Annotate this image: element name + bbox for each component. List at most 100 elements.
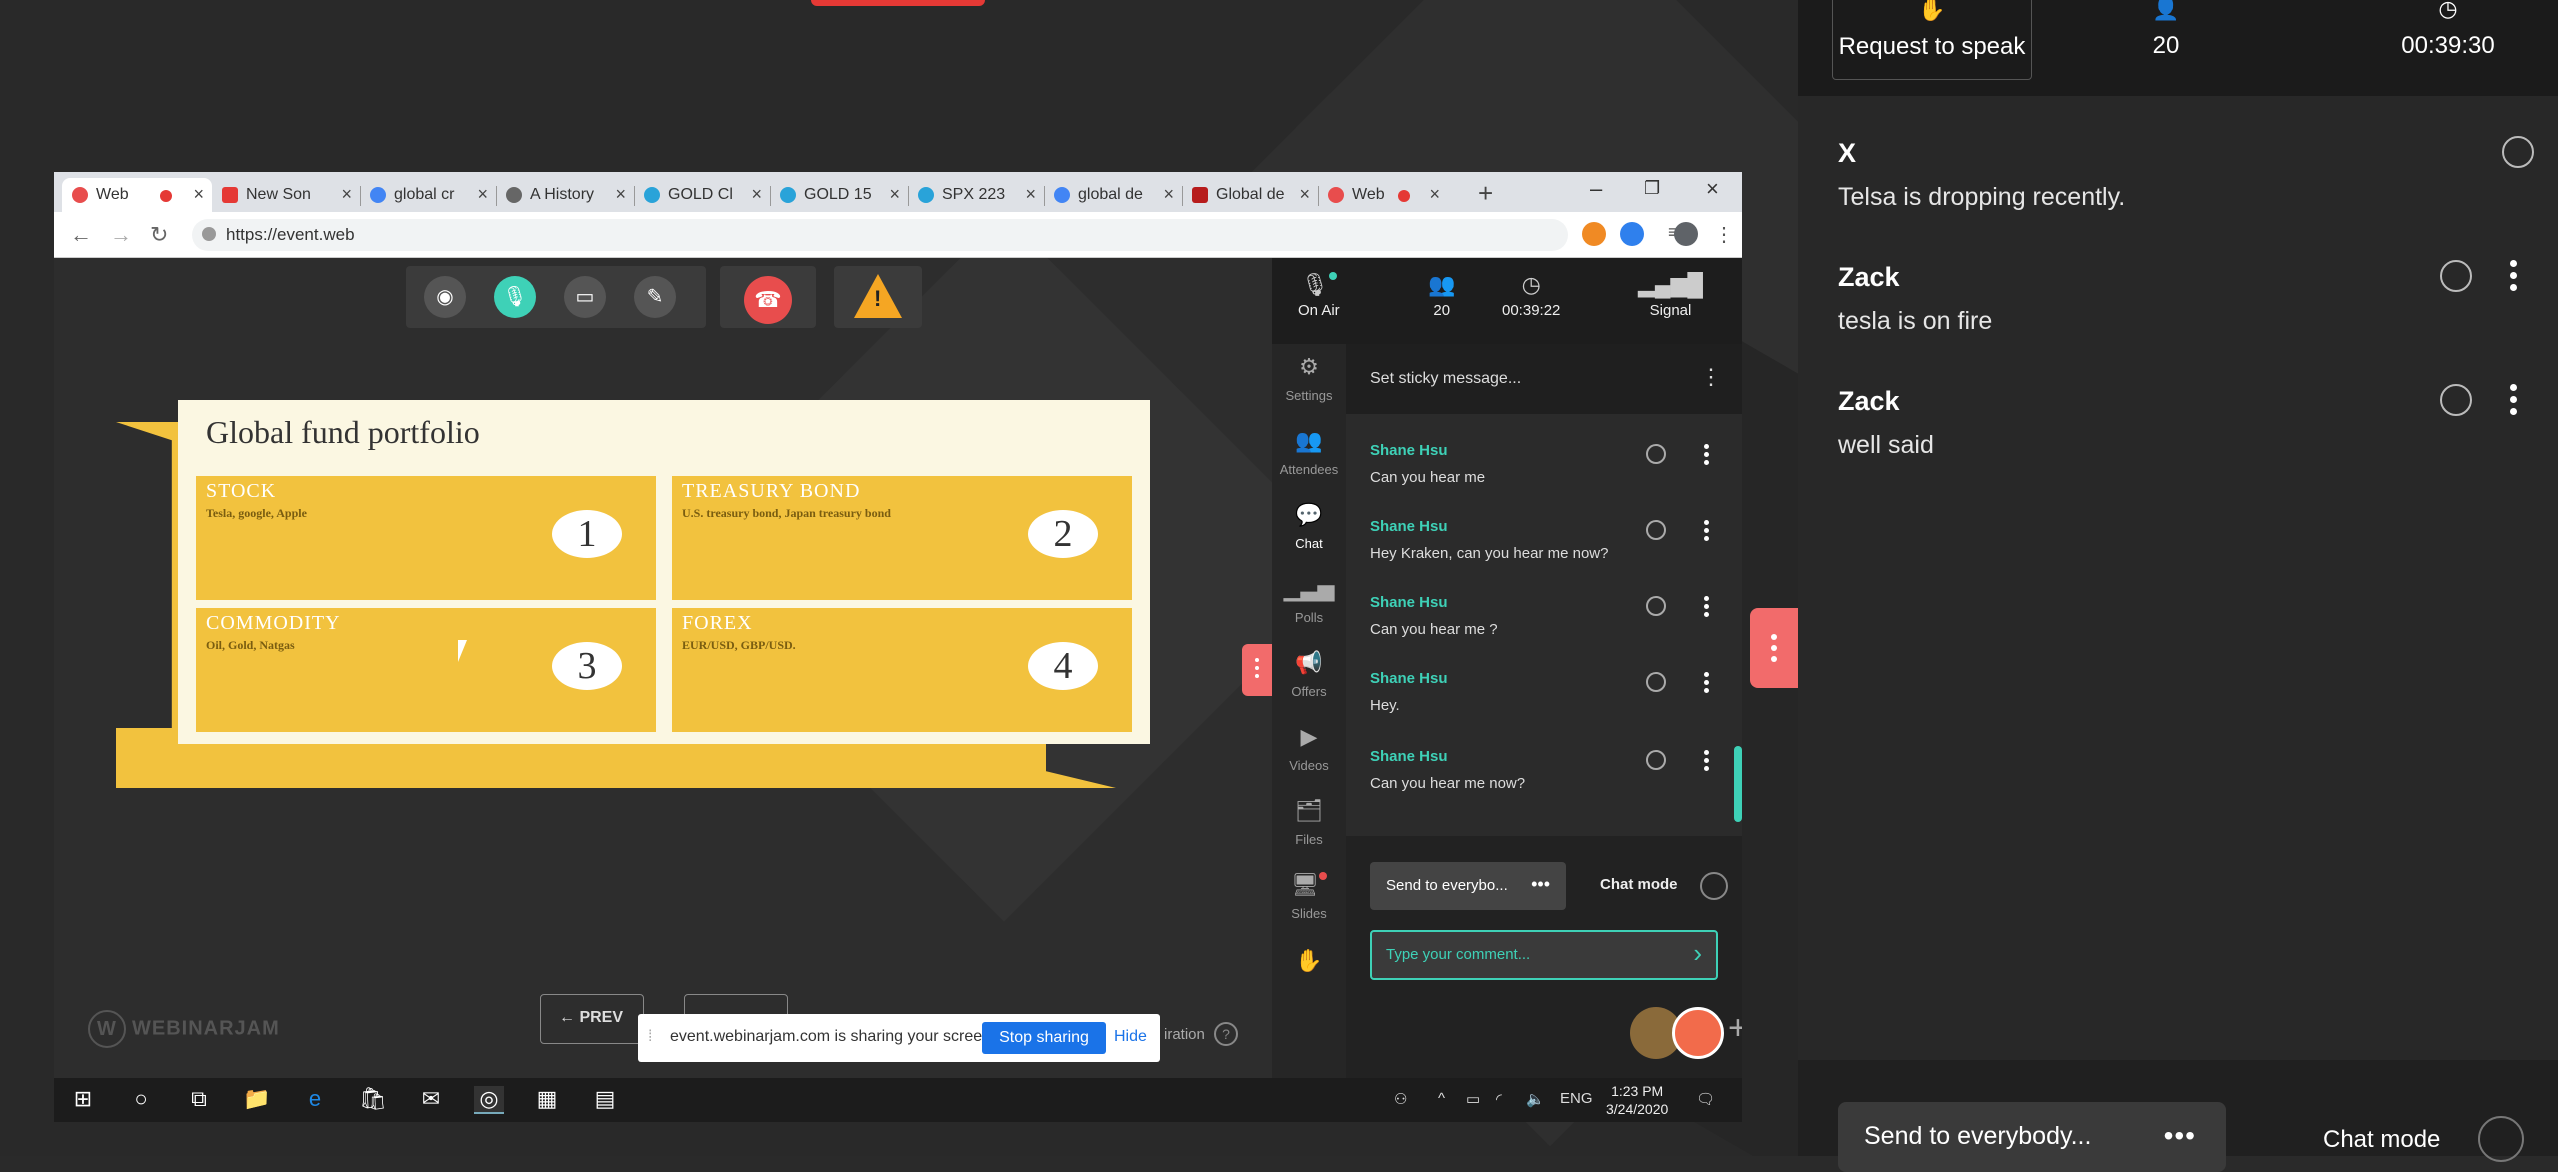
message-select-radio[interactable]	[1646, 520, 1666, 540]
app-icon[interactable]: ▦	[532, 1086, 562, 1114]
browser-tab[interactable]: GOLD Cl ×	[634, 178, 771, 212]
url-field[interactable]: https://event.web	[192, 219, 1568, 251]
nav-settings[interactable]: ⚙ Settings	[1272, 354, 1346, 403]
close-tab-icon[interactable]: ×	[1429, 184, 1440, 205]
close-tab-icon[interactable]: ×	[889, 184, 900, 205]
hide-link[interactable]: Hide	[1114, 1028, 1147, 1046]
browser-menu-icon[interactable]: ⋮	[1714, 222, 1738, 246]
sticky-menu-icon[interactable]: ⋮	[1700, 364, 1722, 390]
back-icon[interactable]: ←	[70, 222, 92, 248]
nav-files[interactable]: 🗂 Files	[1272, 798, 1346, 847]
chat-mode-label[interactable]: Chat mode	[2323, 1126, 2440, 1154]
chrome-icon[interactable]: ◎	[474, 1086, 504, 1114]
browser-tab[interactable]: New Son ×	[212, 178, 361, 212]
close-tab-icon[interactable]: ×	[341, 184, 352, 205]
battery-icon[interactable]: ▭	[1466, 1090, 1480, 1108]
request-to-speak-button[interactable]: ✋ Request to speak	[1832, 0, 2032, 80]
browser-tab[interactable]: SPX 223 ×	[908, 178, 1045, 212]
minimize-icon[interactable]: –	[1590, 176, 1602, 202]
nav-videos[interactable]: ▶ Videos	[1272, 724, 1346, 773]
sticky-message-bar[interactable]: Set sticky message... ⋮	[1346, 344, 1742, 414]
nav-slides[interactable]: 🖥 Slides	[1272, 872, 1346, 921]
message-menu-icon[interactable]	[2508, 260, 2518, 296]
send-to-dropdown[interactable]: Send to everybody... •••	[1838, 1102, 2226, 1172]
nav-polls[interactable]: ▁▃▅ Polls	[1272, 576, 1346, 625]
browser-tab[interactable]: Web ×	[62, 178, 212, 212]
message-select-radio[interactable]	[2440, 260, 2472, 292]
app-icon[interactable]: ▤	[590, 1086, 620, 1114]
metamask-extension-icon[interactable]	[1582, 222, 1606, 246]
comment-input[interactable]: Type your comment... ›	[1370, 930, 1718, 980]
browser-tab[interactable]: Web ×	[1318, 178, 1448, 212]
message-select-radio[interactable]	[1646, 596, 1666, 616]
new-tab-icon[interactable]: +	[1478, 178, 1493, 209]
message-select-radio[interactable]	[2502, 136, 2534, 168]
reload-icon[interactable]: ↻	[150, 222, 168, 248]
site-info-icon[interactable]	[202, 227, 216, 241]
file-explorer-icon[interactable]: 📁	[242, 1086, 272, 1114]
right-panel-toggle-tab[interactable]	[1750, 608, 1798, 688]
close-tab-icon[interactable]: ×	[1163, 184, 1174, 205]
pen-icon[interactable]: ✎	[634, 276, 676, 318]
microphone-icon[interactable]: 🎙	[494, 276, 536, 318]
message-select-radio[interactable]	[1646, 444, 1666, 464]
wifi-icon[interactable]: ◜	[1496, 1090, 1502, 1108]
send-arrow-icon[interactable]: ›	[1693, 938, 1702, 969]
restore-icon[interactable]: ❐	[1644, 178, 1660, 199]
prev-slide-button[interactable]: ← PREV	[540, 994, 644, 1044]
notifications-icon[interactable]: 🗨	[1696, 1090, 1715, 1108]
chat-mode-icon[interactable]	[1700, 872, 1728, 900]
avatar[interactable]	[1672, 1007, 1724, 1059]
search-icon[interactable]: ○	[126, 1086, 156, 1114]
screen-share-icon[interactable]: ▭	[564, 276, 606, 318]
close-tab-icon[interactable]: ×	[615, 184, 626, 205]
stop-sharing-button[interactable]: Stop sharing	[982, 1022, 1106, 1054]
browser-tab[interactable]: A History ×	[496, 178, 635, 212]
nav-attendees[interactable]: 👥 Attendees	[1272, 428, 1346, 477]
task-view-icon[interactable]: ⧉	[184, 1086, 214, 1114]
window-close-icon[interactable]: ×	[1706, 176, 1719, 202]
end-call-icon[interactable]: ☎	[744, 276, 792, 324]
volume-icon[interactable]: 🔈	[1526, 1090, 1545, 1108]
browser-tab[interactable]: global cr ×	[360, 178, 497, 212]
nav-hand[interactable]: ✋	[1272, 948, 1346, 982]
message-select-radio[interactable]	[2440, 384, 2472, 416]
message-menu-icon[interactable]	[1704, 672, 1710, 696]
chat-mode-label[interactable]: Chat mode	[1600, 876, 1678, 893]
tray-chevron-up-icon[interactable]: ^	[1438, 1090, 1445, 1107]
close-tab-icon[interactable]: ×	[1025, 184, 1036, 205]
help-icon[interactable]: ?	[1214, 1022, 1238, 1046]
people-icon[interactable]: ⚇	[1394, 1090, 1407, 1108]
close-tab-icon[interactable]: ×	[477, 184, 488, 205]
globe-extension-icon[interactable]	[1620, 222, 1644, 246]
edge-icon[interactable]: e	[300, 1086, 330, 1114]
windows-start-icon[interactable]: ⊞	[68, 1086, 98, 1114]
close-tab-icon[interactable]: ×	[1299, 184, 1310, 205]
send-to-dropdown[interactable]: Send to everybo... •••	[1370, 862, 1566, 910]
message-menu-icon[interactable]	[1704, 750, 1710, 774]
message-menu-icon[interactable]	[2508, 384, 2518, 420]
close-tab-icon[interactable]: ×	[751, 184, 762, 205]
message-menu-icon[interactable]	[1704, 444, 1710, 468]
message-select-radio[interactable]	[1646, 750, 1666, 770]
nav-offers[interactable]: 📢 Offers	[1272, 650, 1346, 699]
browser-tab[interactable]: GOLD 15 ×	[770, 178, 909, 212]
message-menu-icon[interactable]	[1704, 520, 1710, 544]
drag-handle-icon[interactable]: ⁞	[648, 1028, 652, 1046]
panel-toggle-tab[interactable]	[1242, 644, 1272, 696]
warning-icon[interactable]: !	[854, 274, 902, 318]
message-select-radio[interactable]	[1646, 672, 1666, 692]
browser-tab[interactable]: Global de ×	[1182, 178, 1319, 212]
chat-scrollbar[interactable]	[1734, 746, 1742, 822]
mail-icon[interactable]: ✉	[416, 1086, 446, 1114]
chat-mode-icon[interactable]	[2478, 1116, 2524, 1162]
browser-tab[interactable]: global de ×	[1044, 178, 1183, 212]
message-menu-icon[interactable]	[1704, 596, 1710, 620]
nav-chat[interactable]: 💬 Chat	[1272, 502, 1346, 551]
add-presenter-icon[interactable]: +	[1728, 1009, 1742, 1048]
forward-icon[interactable]: →	[110, 222, 132, 248]
language-indicator[interactable]: ENG	[1560, 1090, 1593, 1107]
store-icon[interactable]: 🛍	[358, 1086, 388, 1114]
close-tab-icon[interactable]: ×	[193, 184, 204, 205]
system-clock[interactable]: 1:23 PM 3/24/2020	[1606, 1082, 1668, 1118]
